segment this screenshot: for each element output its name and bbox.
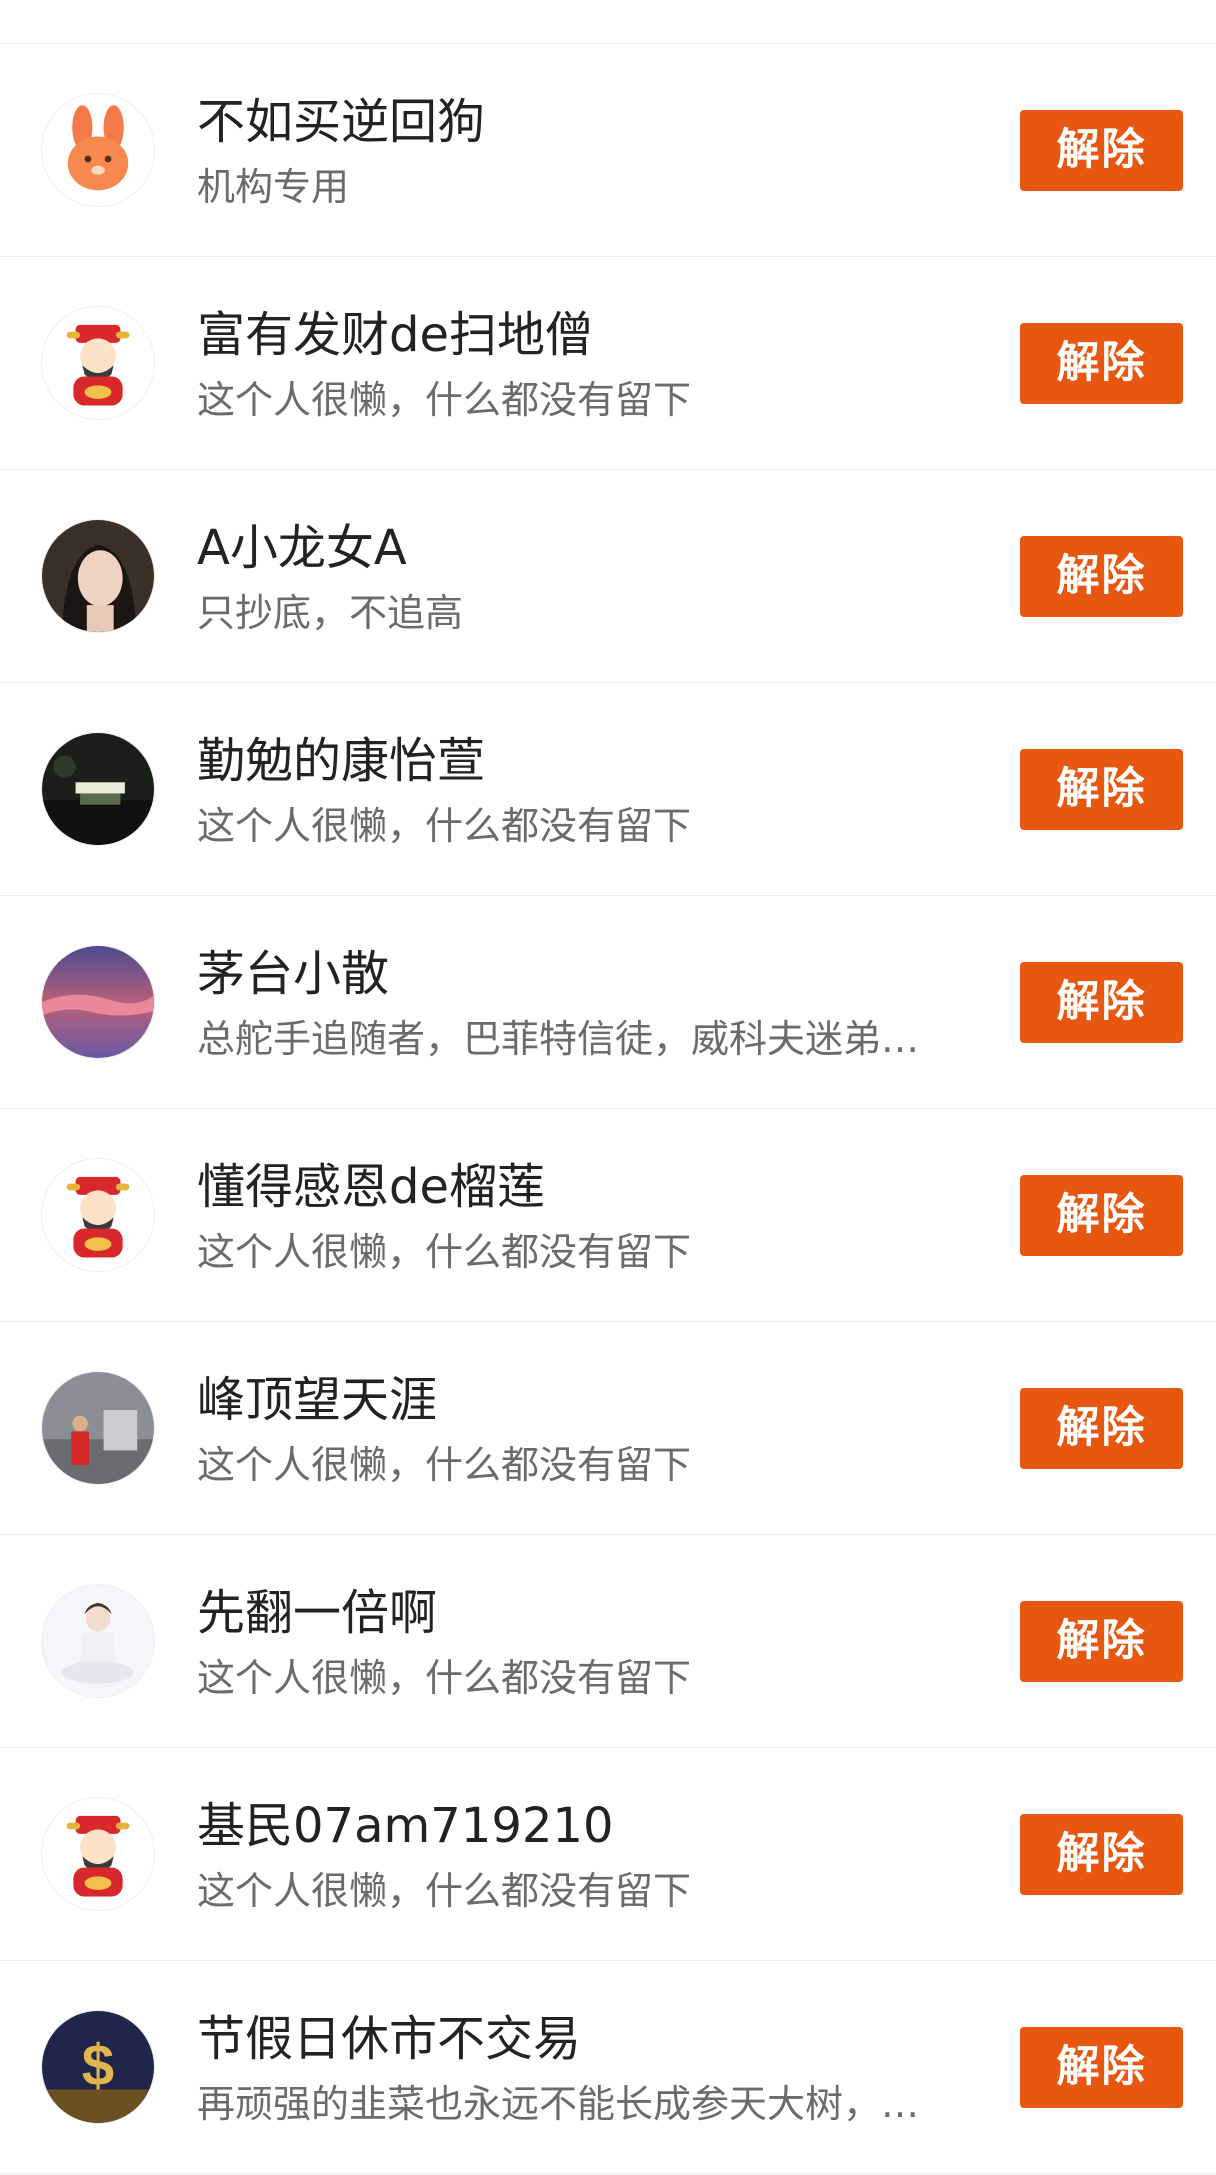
user-bio: 总舵手追随者，巴菲特信徒，威科夫迷弟… xyxy=(197,1018,920,1061)
portrait-photo-avatar-icon[interactable] xyxy=(41,519,155,633)
user-row[interactable]: 不如买逆回狗机构专用 解除 xyxy=(0,44,1216,257)
unblock-button[interactable]: 解除 xyxy=(1020,1814,1183,1895)
fortune-god-avatar-icon[interactable] xyxy=(41,306,155,420)
sunset-sky-avatar-icon[interactable] xyxy=(41,945,155,1059)
night-scene-avatar-icon[interactable] xyxy=(41,732,155,846)
user-row[interactable]: $ 节假日休市不交易再顽强的韭菜也永远不能长成参天大树，… 解除 xyxy=(0,1961,1216,2174)
unblock-button[interactable]: 解除 xyxy=(1020,323,1183,404)
user-bio: 这个人很懒，什么都没有留下 xyxy=(197,1444,692,1487)
user-name[interactable]: 勤勉的康怡萱 xyxy=(197,735,485,788)
gold-dollar-avatar-icon[interactable]: $ xyxy=(41,2010,155,2124)
user-name[interactable]: 节假日休市不交易 xyxy=(197,2013,581,2066)
user-name[interactable]: 茅台小散 xyxy=(197,948,389,1001)
user-row[interactable]: 先翻一倍啊这个人很懒，什么都没有留下 解除 xyxy=(0,1535,1216,1748)
unblock-button[interactable]: 解除 xyxy=(1020,536,1183,617)
fortune-god-avatar-icon[interactable] xyxy=(41,1158,155,1272)
user-bio: 机构专用 xyxy=(197,166,350,209)
unblock-button[interactable]: 解除 xyxy=(1020,1175,1183,1256)
unblock-button[interactable]: 解除 xyxy=(1020,962,1183,1043)
user-name[interactable]: 先翻一倍啊 xyxy=(197,1587,437,1640)
svg-text:$: $ xyxy=(82,2033,114,2098)
unblock-button[interactable]: 解除 xyxy=(1020,1601,1183,1682)
user-row[interactable]: A小龙女A 只抄底，不追高 解除 xyxy=(0,470,1216,683)
fortune-god-avatar-icon[interactable] xyxy=(41,1797,155,1911)
user-row[interactable]: 懂得感恩de榴莲这个人很懒，什么都没有留下 解除 xyxy=(0,1109,1216,1322)
user-name[interactable]: 基民07am719210 xyxy=(197,1800,614,1853)
user-row[interactable]: 基民07am719210 这个人很懒，什么都没有留下 解除 xyxy=(0,1748,1216,1961)
user-bio: 这个人很懒，什么都没有留下 xyxy=(197,1870,692,1913)
unblock-button[interactable]: 解除 xyxy=(1020,2027,1183,2108)
user-row[interactable]: 富有发财de扫地僧这个人很懒，什么都没有留下 解除 xyxy=(0,257,1216,470)
rabbit-avatar-icon[interactable] xyxy=(41,93,155,207)
user-bio: 这个人很懒，什么都没有留下 xyxy=(197,1231,692,1274)
user-name[interactable]: 峰顶望天涯 xyxy=(197,1374,437,1427)
user-bio: 这个人很懒，什么都没有留下 xyxy=(197,379,692,422)
meditating-girl-avatar-icon[interactable] xyxy=(41,1584,155,1698)
user-row[interactable]: 茅台小散总舵手追随者，巴菲特信徒，威科夫迷弟… 解除 xyxy=(0,896,1216,1109)
user-name[interactable]: A小龙女A xyxy=(197,522,407,575)
blocked-user-list: 不如买逆回狗 机构专用 解除 富有发财de扫地僧 这个人很懒，什么都没有留下 解除 A小龙女… xyxy=(0,0,1216,2175)
unblock-button[interactable]: 解除 xyxy=(1020,110,1183,191)
user-bio: 只抄底，不追高 xyxy=(197,592,464,635)
top-divider xyxy=(0,0,1216,44)
unblock-button[interactable]: 解除 xyxy=(1020,749,1183,830)
user-row[interactable]: 峰顶望天涯这个人很懒，什么都没有留下 解除 xyxy=(0,1322,1216,1535)
outdoor-person-avatar-icon[interactable] xyxy=(41,1371,155,1485)
user-name[interactable]: 富有发财de扫地僧 xyxy=(197,309,593,362)
user-name[interactable]: 不如买逆回狗 xyxy=(197,96,485,149)
user-name[interactable]: 懂得感恩de榴莲 xyxy=(197,1161,545,1214)
unblock-button[interactable]: 解除 xyxy=(1020,1388,1183,1469)
user-rows: 不如买逆回狗 机构专用 解除 富有发财de扫地僧 这个人很懒，什么都没有留下 解除 A小龙女… xyxy=(0,44,1216,2174)
user-bio: 这个人很懒，什么都没有留下 xyxy=(197,805,692,848)
user-bio: 再顽强的韭菜也永远不能长成参天大树，… xyxy=(197,2083,920,2126)
user-row[interactable]: 勤勉的康怡萱这个人很懒，什么都没有留下 解除 xyxy=(0,683,1216,896)
user-bio: 这个人很懒，什么都没有留下 xyxy=(197,1657,692,1700)
